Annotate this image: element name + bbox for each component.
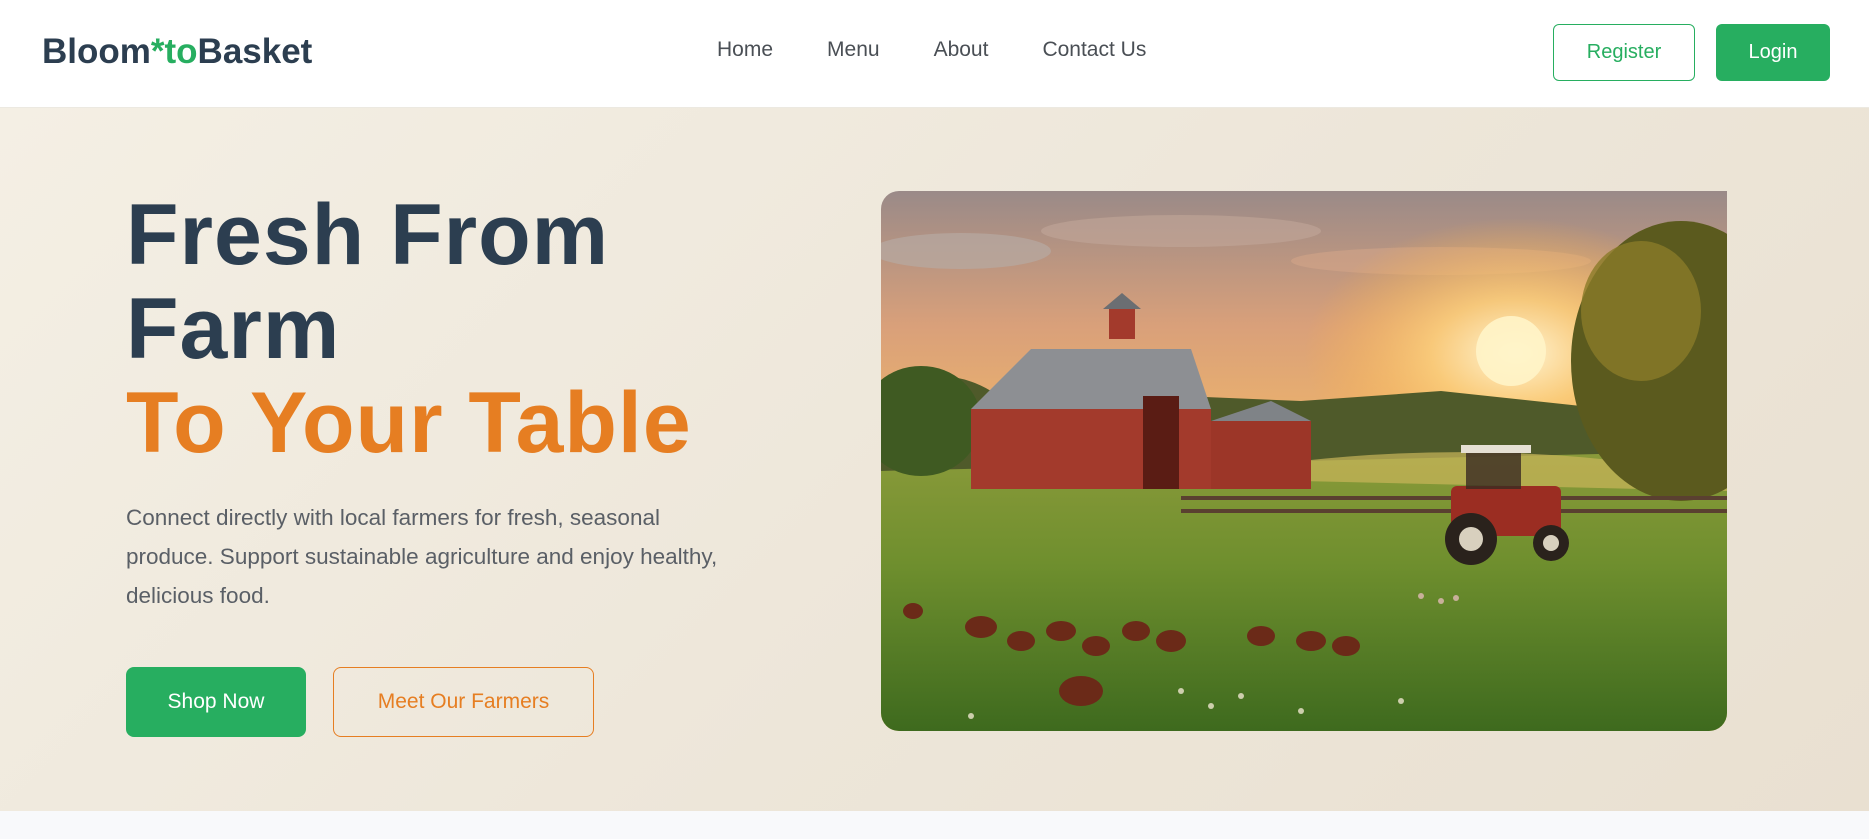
- hero-title-line1: Fresh From: [126, 187, 610, 283]
- main-nav: Home Menu About Contact Us: [717, 38, 1146, 62]
- register-button[interactable]: Register: [1553, 24, 1695, 81]
- nav-link-about[interactable]: About: [934, 38, 989, 62]
- hero-title-line2: Farm: [126, 281, 341, 377]
- meet-farmers-button[interactable]: Meet Our Farmers: [333, 667, 594, 737]
- hero-farm-image: [881, 191, 1727, 731]
- brand-logo-part2: *to: [150, 32, 198, 71]
- site-header: Bloom*toBasket Home Menu About Contact U…: [0, 0, 1869, 108]
- brand-logo-part1: Bloom: [42, 32, 151, 71]
- page-bottom-strip: [0, 811, 1869, 839]
- nav-link-home[interactable]: Home: [717, 38, 773, 62]
- nav-link-menu[interactable]: Menu: [827, 38, 880, 62]
- hero-description: Connect directly with local farmers for …: [126, 505, 718, 608]
- nav-link-contact[interactable]: Contact Us: [1042, 38, 1146, 62]
- hero-title-highlight: To Your Table: [126, 375, 692, 471]
- hero-section: Fresh From Farm To Your Table Connect di…: [0, 108, 1869, 811]
- brand-logo[interactable]: Bloom*toBasket: [42, 32, 312, 72]
- hero-title: Fresh From Farm To Your Table: [126, 188, 692, 470]
- shop-now-button[interactable]: Shop Now: [126, 667, 306, 737]
- brand-logo-part3: Basket: [197, 32, 313, 71]
- login-button[interactable]: Login: [1716, 24, 1830, 81]
